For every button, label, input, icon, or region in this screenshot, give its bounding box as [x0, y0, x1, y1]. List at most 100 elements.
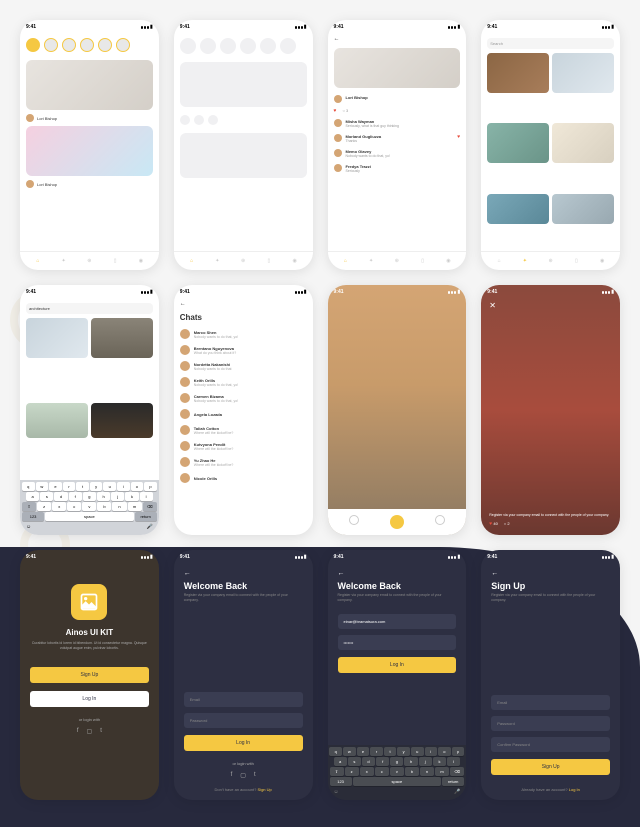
key[interactable]: q [329, 747, 342, 756]
key[interactable]: n [112, 502, 126, 511]
key[interactable]: f [376, 757, 389, 766]
key[interactable]: p [144, 482, 157, 491]
email-field[interactable]: Email [184, 692, 303, 707]
mic-icon[interactable]: 🎤 [147, 524, 153, 530]
story-me[interactable] [26, 38, 40, 52]
comment[interactable]: Lori Bishop [334, 92, 461, 106]
twitter-icon[interactable]: t [254, 772, 256, 779]
profile-icon[interactable]: ◉ [291, 257, 299, 265]
key[interactable]: a [334, 757, 347, 766]
profile-icon[interactable]: ◉ [137, 257, 145, 265]
key-return[interactable]: return [442, 777, 464, 786]
emoji-icon[interactable]: ☺ [26, 524, 31, 530]
key[interactable]: j [419, 757, 432, 766]
grid-image[interactable] [26, 403, 88, 438]
heart-icon[interactable]: ♥ [334, 108, 337, 114]
comment[interactable]: Morland GugliuzzaThanks♥ [334, 131, 461, 146]
comment[interactable]: Misha WaymanSeriously, what is that guy … [334, 116, 461, 131]
plus-icon[interactable]: ⊕ [393, 257, 401, 265]
key[interactable]: l [140, 492, 153, 501]
grid-image[interactable] [552, 53, 614, 93]
post[interactable] [26, 60, 153, 110]
password-field[interactable]: Password [491, 716, 610, 731]
key[interactable]: k [433, 757, 446, 766]
shutter-button[interactable] [390, 515, 404, 529]
key[interactable]: z [345, 767, 359, 776]
grid-image[interactable] [26, 318, 88, 358]
search-input[interactable]: Search [487, 38, 614, 49]
email-field[interactable]: Email [491, 695, 610, 710]
chat-item[interactable]: Angela Lozada [174, 406, 313, 422]
key-shift[interactable]: ⇧ [330, 767, 344, 776]
login-button[interactable]: Log In [338, 657, 457, 673]
story[interactable] [116, 38, 130, 52]
key-space[interactable]: space [353, 777, 442, 786]
key-delete[interactable]: ⌫ [450, 767, 464, 776]
bookmark-icon[interactable]: ▯ [419, 257, 427, 265]
key[interactable]: m [435, 767, 449, 776]
chat-item[interactable]: Taliah CottonWhere will the kickoff be? [174, 422, 313, 438]
back-icon[interactable]: ← [174, 299, 313, 309]
comment-icon[interactable]: ○ 3 [342, 108, 348, 114]
key[interactable]: b [97, 502, 111, 511]
avatar[interactable] [26, 114, 34, 122]
key[interactable]: s [40, 492, 53, 501]
emoji-icon[interactable]: ☺ [334, 789, 339, 795]
grid-image[interactable] [552, 123, 614, 163]
grid-image[interactable] [91, 403, 153, 438]
key[interactable]: e [49, 482, 62, 491]
key[interactable]: z [37, 502, 51, 511]
confirm-password-field[interactable]: Confirm Password [491, 737, 610, 752]
grid-image[interactable] [487, 194, 549, 224]
facebook-icon[interactable]: f [77, 728, 79, 735]
plus-icon[interactable]: ⊕ [239, 257, 247, 265]
key-delete[interactable]: ⌫ [143, 502, 157, 511]
bookmark-icon[interactable]: ▯ [265, 257, 273, 265]
compass-icon[interactable]: ✦ [367, 257, 375, 265]
story[interactable] [44, 38, 58, 52]
key-return[interactable]: return [135, 512, 157, 521]
key[interactable]: g [390, 757, 403, 766]
key[interactable]: r [63, 482, 76, 491]
key[interactable]: c [67, 502, 81, 511]
compass-icon[interactable]: ✦ [213, 257, 221, 265]
login-button[interactable]: Log In [30, 691, 149, 707]
chat-item[interactable]: Carmen BizamaNobody wants to do that, yo… [174, 390, 313, 406]
chat-item[interactable]: Kutvyona PenditWhere will the kickoff be… [174, 438, 313, 454]
key[interactable]: r [370, 747, 383, 756]
key[interactable]: q [22, 482, 35, 491]
key-shift[interactable]: ⇧ [22, 502, 36, 511]
key[interactable]: u [103, 482, 116, 491]
key[interactable]: e [357, 747, 370, 756]
story[interactable] [80, 38, 94, 52]
grid-image[interactable] [552, 194, 614, 224]
plus-icon[interactable]: ⊕ [85, 257, 93, 265]
instagram-icon[interactable]: ▢ [240, 772, 246, 779]
key-123[interactable]: 123 [22, 512, 44, 521]
chat-item[interactable]: Brentano NguyenovaWhat do you think abou… [174, 342, 313, 358]
key[interactable]: a [26, 492, 39, 501]
back-icon[interactable]: ← [328, 564, 467, 579]
back-icon[interactable]: ← [328, 34, 467, 44]
compass-icon[interactable]: ✦ [521, 257, 529, 265]
chat-item[interactable]: Nordetta NakanishiNobody wants to do tha… [174, 358, 313, 374]
comment[interactable]: Fredya TrazziSeriously [334, 161, 461, 176]
home-icon[interactable]: ⌂ [341, 257, 349, 265]
key[interactable]: x [52, 502, 66, 511]
key[interactable]: o [438, 747, 451, 756]
key[interactable]: t [384, 747, 397, 756]
instagram-icon[interactable]: ▢ [87, 728, 93, 735]
chat-item[interactable]: Marco ShenNobody wants to do that, yo! [174, 326, 313, 342]
facebook-icon[interactable]: f [231, 772, 233, 779]
key[interactable]: v [82, 502, 96, 511]
email-field[interactable]: einar@bramatsura.com [338, 614, 457, 629]
home-icon[interactable]: ⌂ [495, 257, 503, 265]
profile-icon[interactable]: ◉ [444, 257, 452, 265]
flip-icon[interactable] [435, 515, 445, 525]
key[interactable]: d [54, 492, 67, 501]
key[interactable]: u [411, 747, 424, 756]
key[interactable]: h [404, 757, 417, 766]
likes[interactable]: ♥ 40 [489, 521, 498, 527]
login-button[interactable]: Log In [184, 735, 303, 751]
close-icon[interactable]: ✕ [489, 301, 496, 310]
